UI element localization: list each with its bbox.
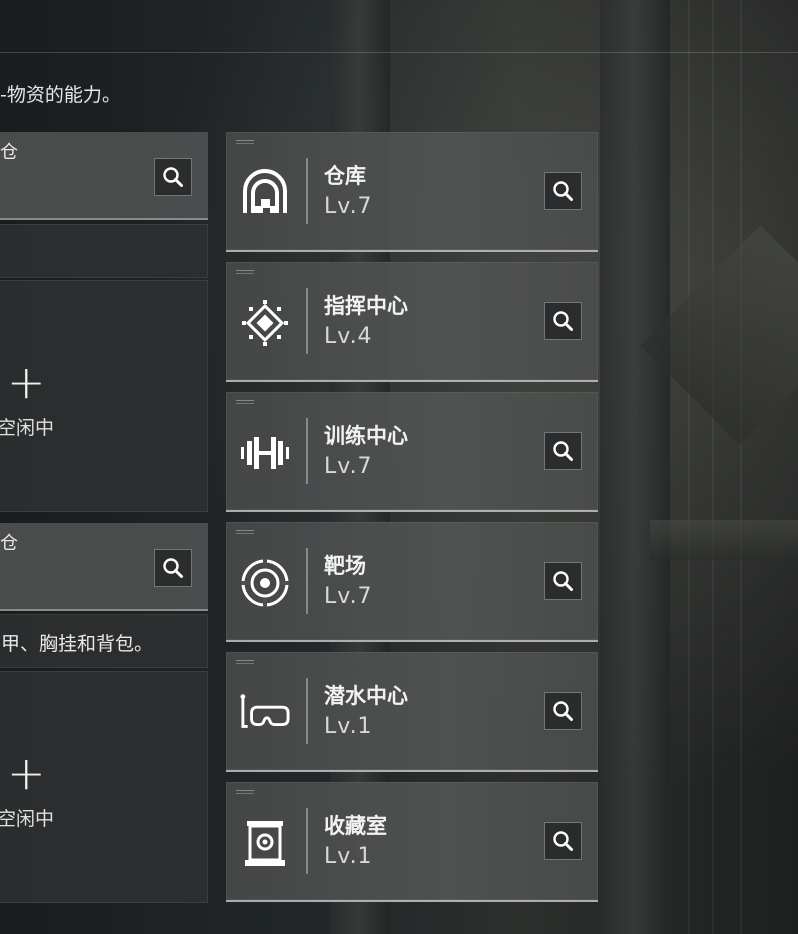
search-icon — [553, 181, 573, 201]
background-pillar — [600, 0, 670, 934]
workshop-panel-info: 甲、胸挂和背包。 — [0, 614, 208, 668]
add-icon: + — [7, 746, 46, 800]
card-tag — [236, 400, 254, 404]
card-divider — [306, 158, 308, 224]
search-icon — [553, 311, 573, 331]
card-tag — [236, 140, 254, 144]
search-icon — [553, 441, 573, 461]
facility-card-command-center[interactable]: 指挥中心 Lv.4 — [226, 262, 598, 382]
search-icon — [163, 558, 183, 578]
facility-card-training-center[interactable]: 训练中心 Lv.7 — [226, 392, 598, 512]
facility-card-warehouse[interactable]: 仓库 Lv.7 — [226, 132, 598, 252]
search-icon — [553, 701, 573, 721]
card-tag — [236, 530, 254, 534]
facility-card-collection-room[interactable]: 收藏室 Lv.1 — [226, 782, 598, 902]
workshop-panel-info — [0, 224, 208, 278]
facility-level: Lv.7 — [324, 194, 373, 219]
background-stripe — [740, 0, 742, 934]
search-icon — [553, 571, 573, 591]
facility-name: 指挥中心 — [324, 294, 408, 318]
facility-name: 收藏室 — [324, 814, 387, 838]
target-icon — [240, 558, 290, 608]
search-icon — [163, 167, 183, 187]
facility-level: Lv.7 — [324, 454, 373, 479]
facility-name: 靶场 — [324, 554, 366, 578]
facility-level: Lv.7 — [324, 584, 373, 609]
display-case-icon — [240, 818, 290, 868]
facility-name: 仓库 — [324, 164, 366, 188]
card-tag — [236, 790, 254, 794]
panel-header-label: 仓 — [0, 533, 18, 554]
background-stripe — [712, 0, 714, 934]
facility-name: 训练中心 — [324, 424, 408, 448]
background-stripe — [688, 0, 690, 934]
card-tag — [236, 660, 254, 664]
workshop-panel-header[interactable]: 仓 — [0, 523, 208, 611]
workshop-panel-header[interactable]: 仓 — [0, 132, 208, 220]
search-button[interactable] — [544, 562, 582, 600]
warehouse-icon — [240, 168, 290, 218]
panel-header-label: 仓 — [0, 142, 18, 163]
page-description: -物资的能力。 — [0, 84, 121, 106]
facility-card-shooting-range[interactable]: 靶场 Lv.7 — [226, 522, 598, 642]
card-divider — [306, 548, 308, 614]
search-icon — [553, 831, 573, 851]
search-button[interactable] — [544, 172, 582, 210]
command-center-icon — [240, 298, 290, 348]
add-icon: + — [7, 355, 46, 409]
search-button[interactable] — [544, 692, 582, 730]
facility-card-diving-center[interactable]: 潜水中心 Lv.1 — [226, 652, 598, 772]
search-button[interactable] — [154, 549, 192, 587]
card-divider — [306, 288, 308, 354]
card-tag — [236, 270, 254, 274]
card-divider — [306, 808, 308, 874]
diving-mask-icon — [240, 688, 290, 738]
facility-level: Lv.1 — [324, 844, 373, 869]
search-button[interactable] — [544, 822, 582, 860]
card-divider — [306, 678, 308, 744]
facility-name: 潜水中心 — [324, 684, 408, 708]
search-button[interactable] — [544, 432, 582, 470]
background-platform — [650, 520, 798, 560]
workshop-slot[interactable]: + 空闲中 — [0, 280, 208, 512]
slot-status: 空闲中 — [0, 808, 55, 830]
panel-description: 甲、胸挂和背包。 — [1, 633, 154, 655]
search-button[interactable] — [154, 158, 192, 196]
search-button[interactable] — [544, 302, 582, 340]
card-divider — [306, 418, 308, 484]
facility-level: Lv.4 — [324, 324, 373, 349]
facility-level: Lv.1 — [324, 714, 373, 739]
header-divider — [0, 52, 798, 53]
dumbbell-icon — [240, 428, 290, 478]
slot-status: 空闲中 — [0, 417, 55, 439]
workshop-slot[interactable]: + 空闲中 — [0, 671, 208, 903]
